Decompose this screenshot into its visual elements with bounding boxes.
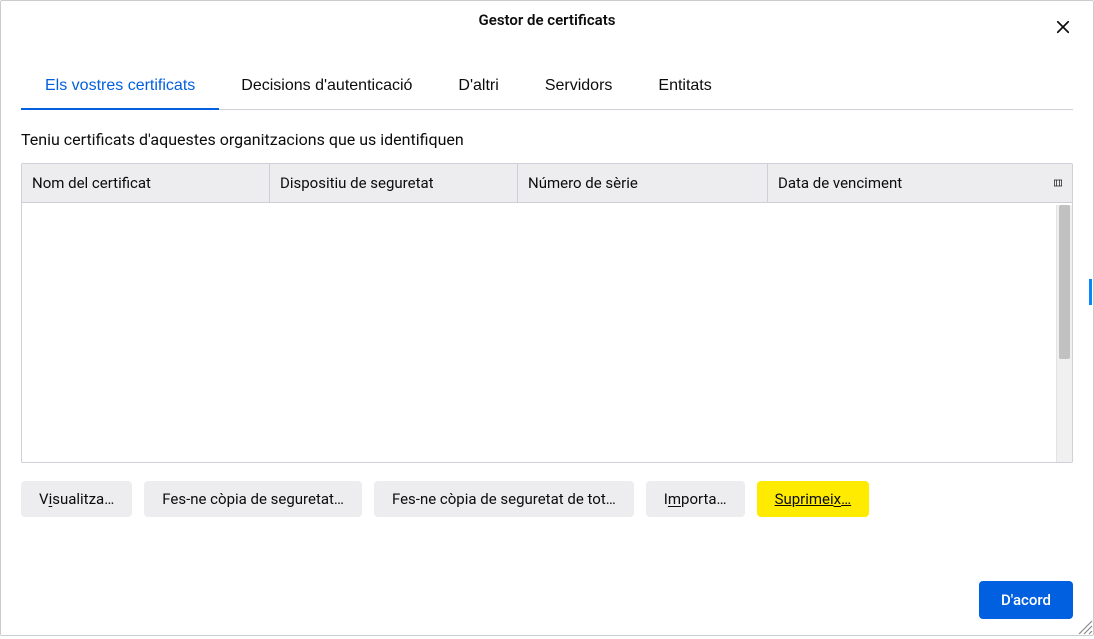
tab-people[interactable]: D'altri — [458, 67, 498, 109]
table-header-row: Nom del certificat Dispositiu de seguret… — [22, 164, 1072, 203]
column-header-expiry[interactable]: Data de venciment — [768, 164, 1044, 202]
tab-authorities[interactable]: Entitats — [658, 67, 711, 109]
backup-button[interactable]: Fes-ne còpia de seguretat… — [144, 481, 362, 517]
column-header-serial[interactable]: Número de sèrie — [518, 164, 768, 202]
action-button-row: Visualitza… Fes-ne còpia de seguretat… F… — [21, 481, 1073, 517]
tab-description: Teniu certificats d'aquestes organitzaci… — [21, 130, 1073, 149]
column-picker-button[interactable] — [1044, 164, 1072, 202]
resize-handle[interactable] — [1075, 617, 1093, 635]
tab-authentication-decisions[interactable]: Decisions d'autenticació — [241, 67, 412, 109]
backup-all-button[interactable]: Fes-ne còpia de seguretat de tot… — [374, 481, 634, 517]
column-picker-icon — [1054, 177, 1062, 189]
column-header-device[interactable]: Dispositiu de seguretat — [270, 164, 518, 202]
certificate-manager-dialog: Gestor de certificats Els vostres certif… — [0, 0, 1094, 636]
scrollbar-thumb[interactable] — [1059, 205, 1070, 359]
dialog-header: Gestor de certificats — [1, 1, 1093, 37]
ok-button[interactable]: D'acord — [979, 581, 1073, 619]
import-button[interactable]: Importa… — [646, 481, 745, 517]
column-header-name[interactable]: Nom del certificat — [22, 164, 270, 202]
resize-grip-icon — [1075, 617, 1093, 635]
close-icon — [1054, 18, 1072, 36]
table-body — [22, 203, 1072, 462]
dialog-title: Gestor de certificats — [479, 11, 616, 29]
tab-your-certificates[interactable]: Els vostres certificats — [45, 67, 195, 109]
close-button[interactable] — [1049, 13, 1077, 41]
tab-servers[interactable]: Servidors — [545, 67, 613, 109]
dialog-content: Els vostres certificats Decisions d'aute… — [1, 37, 1093, 569]
tabs-bar: Els vostres certificats Decisions d'aute… — [21, 67, 1073, 110]
certificates-table: Nom del certificat Dispositiu de seguret… — [21, 163, 1073, 463]
vertical-scrollbar[interactable] — [1056, 205, 1072, 462]
right-edge-accent — [1089, 279, 1092, 305]
delete-button[interactable]: Suprimeix… — [757, 481, 870, 517]
dialog-footer: D'acord — [1, 569, 1093, 635]
view-button[interactable]: Visualitza… — [21, 481, 132, 517]
